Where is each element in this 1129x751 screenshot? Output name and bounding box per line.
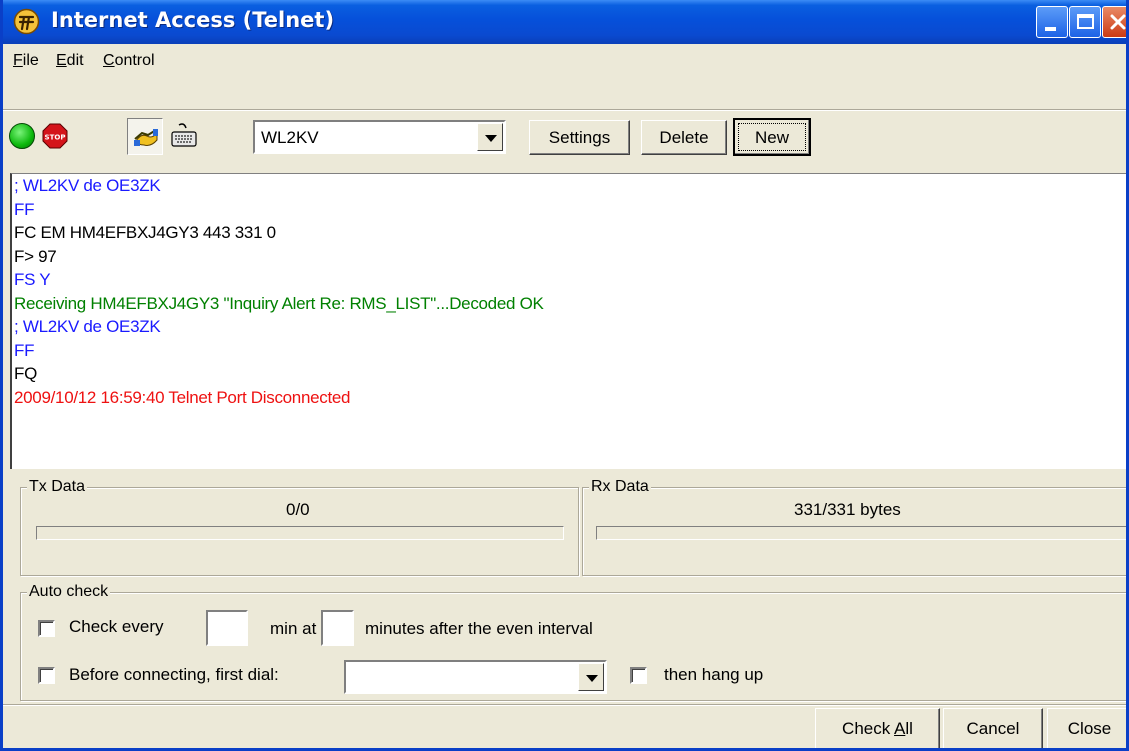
minimize-button[interactable] [1036, 6, 1068, 38]
tx-data-group: Tx Data 0/0 [20, 478, 579, 576]
session-log-line: FS Y [14, 270, 51, 289]
keyboard-icon [171, 123, 197, 147]
title-bar[interactable]: Internet Access (Telnet) [3, 0, 1126, 44]
stop-sign-icon: STOP [42, 123, 68, 149]
check-every-label: Check every [69, 617, 164, 636]
menu-control[interactable]: Control [103, 52, 155, 70]
dial-first-checkbox[interactable] [38, 667, 55, 684]
stop-button[interactable]: STOP [40, 119, 70, 153]
dial-first-label: Before connecting, first dial: [69, 665, 279, 684]
min-at-label: min at [270, 619, 317, 638]
telnet-window: Internet Access (Telnet) File Edit Contr… [0, 0, 1129, 751]
hang-up-checkbox[interactable] [630, 667, 647, 684]
menu-bar: File Edit Control [3, 44, 1126, 78]
tx-data-value: 0/0 [286, 500, 310, 519]
window-title: Internet Access (Telnet) [51, 8, 335, 32]
maximize-icon [1077, 14, 1094, 29]
check-every-input[interactable] [206, 610, 248, 646]
check-all-label: Check All [842, 719, 913, 738]
session-log-line: FF [14, 199, 35, 219]
menu-edit[interactable]: Edit [56, 52, 84, 70]
chevron-down-icon [586, 675, 598, 682]
chevron-down-icon [485, 135, 497, 142]
close-icon [1110, 14, 1126, 30]
green-circle-icon [9, 123, 35, 149]
cancel-button[interactable]: Cancel [943, 708, 1043, 748]
session-log-line: FQ [14, 364, 38, 383]
menu-separator [3, 109, 1126, 111]
focus-ring [738, 123, 806, 151]
close-button[interactable]: Close [1047, 708, 1126, 748]
close-window-button[interactable] [1102, 6, 1126, 38]
min-at-input[interactable] [321, 610, 354, 646]
svg-text:STOP: STOP [45, 134, 66, 142]
auto-check-label: Auto check [27, 583, 111, 601]
station-dropdown-button[interactable] [477, 123, 503, 151]
minutes-after-label: minutes after the even interval [365, 619, 593, 638]
session-log-line: FF [14, 340, 35, 360]
dial-dropdown-button[interactable] [578, 663, 604, 691]
tx-progress-bar [36, 526, 564, 540]
rx-data-label: Rx Data [589, 478, 651, 496]
app-icon [13, 8, 40, 35]
rx-progress-bar [596, 526, 1126, 540]
minimize-icon [1045, 27, 1056, 31]
check-every-checkbox[interactable] [38, 620, 55, 637]
new-button[interactable]: New [733, 118, 811, 156]
session-log-line: F> 97 [14, 246, 57, 266]
rx-data-group: Rx Data 331/331 bytes [582, 478, 1126, 576]
session-log-line: FC EM HM4EFBXJ4GY3 443 331 0 [14, 223, 276, 242]
hang-up-label: then hang up [664, 665, 764, 684]
session-log-line: Receiving HM4EFBXJ4GY3 "Inquiry Alert Re… [14, 293, 544, 313]
rx-data-value: 331/331 bytes [794, 500, 901, 519]
settings-button[interactable]: Settings [529, 120, 630, 155]
session-log-line: ; WL2KV de OE3ZK [14, 317, 161, 336]
check-all-button[interactable]: Check All [815, 708, 940, 748]
dial-select[interactable] [344, 660, 607, 694]
maximize-button[interactable] [1069, 6, 1101, 38]
keyboard-mode-button[interactable] [166, 118, 202, 155]
session-log-line: 2009/10/12 16:59:40 Telnet Port Disconne… [14, 387, 351, 407]
handshake-icon [134, 129, 158, 146]
handshake-mode-button[interactable] [127, 118, 163, 155]
station-select[interactable]: WL2KV [253, 120, 506, 154]
session-log-line: ; WL2KV de OE3ZK [14, 176, 161, 195]
tx-data-label: Tx Data [27, 478, 88, 496]
menu-file[interactable]: File [13, 52, 39, 70]
session-log[interactable]: ; WL2KV de OE3ZK FF FC EM HM4EFBXJ4GY3 443… [10, 173, 1126, 469]
station-select-value: WL2KV [261, 128, 319, 147]
delete-button[interactable]: Delete [641, 120, 727, 155]
connect-button[interactable] [7, 119, 37, 153]
